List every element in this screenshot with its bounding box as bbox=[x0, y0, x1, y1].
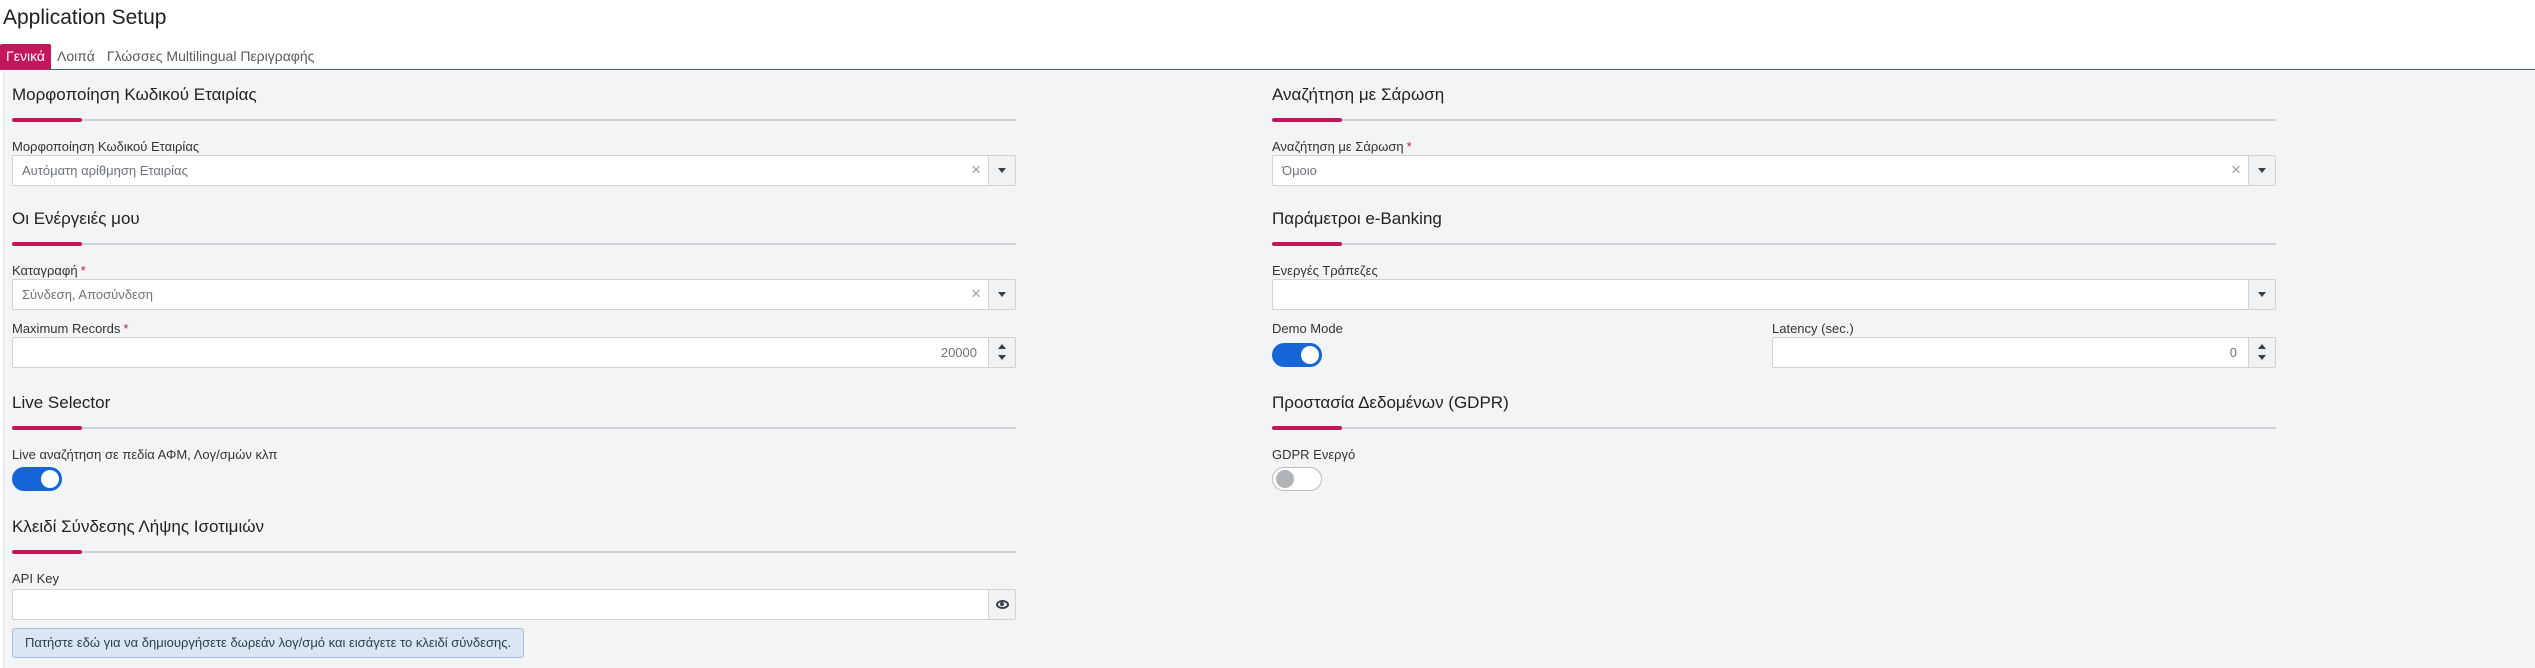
section-accent bbox=[1272, 426, 1342, 430]
section-accent bbox=[1272, 242, 1342, 246]
gdpr-label: GDPR Ενεργό bbox=[1272, 447, 1356, 462]
active-banks-label: Ενεργές Τράπεζες bbox=[1272, 263, 1378, 278]
tab-languages[interactable]: Γλώσσες Multilingual Περιγραφής bbox=[101, 44, 321, 69]
chevron-down-icon bbox=[2258, 292, 2266, 297]
section-title-gdpr: Προστασία Δεδομένων (GDPR) bbox=[1272, 393, 1509, 412]
company-format-label: Μορφοποίηση Κωδικού Εταιρίας bbox=[12, 139, 200, 154]
log-label: Καταγραφή * bbox=[12, 263, 86, 278]
dropdown-button[interactable] bbox=[2248, 280, 2275, 309]
section-accent bbox=[12, 426, 82, 430]
scan-search-label-text: Αναζήτηση με Σάρωση bbox=[1272, 139, 1404, 154]
dropdown-button[interactable] bbox=[988, 156, 1015, 185]
live-search-toggle[interactable] bbox=[12, 467, 62, 491]
tab-other[interactable]: Λοιπά bbox=[51, 44, 101, 69]
spin-down-icon[interactable] bbox=[998, 355, 1006, 360]
chevron-down-icon bbox=[998, 292, 1006, 297]
section-divider bbox=[1272, 426, 2276, 430]
toggle-knob bbox=[41, 470, 59, 488]
chevron-down-icon bbox=[2258, 168, 2266, 173]
toggle-knob bbox=[1276, 470, 1294, 488]
section-accent bbox=[12, 118, 82, 122]
tab-bar: Γενικά Λοιπά Γλώσσες Multilingual Περιγρ… bbox=[0, 44, 2535, 70]
max-records-label: Maximum Records * bbox=[12, 321, 128, 336]
spin-up-icon[interactable] bbox=[998, 344, 1006, 349]
clear-icon[interactable]: × bbox=[2231, 160, 2241, 180]
reveal-button[interactable] bbox=[988, 590, 1015, 619]
section-divider bbox=[12, 550, 1016, 554]
api-key-label: API Key bbox=[12, 571, 59, 586]
max-records-input[interactable]: 20000 bbox=[12, 337, 1016, 368]
max-records-label-text: Maximum Records bbox=[12, 321, 121, 336]
app-title: Application Setup bbox=[3, 6, 167, 29]
section-divider bbox=[1272, 242, 2276, 246]
spinner-arrows-icon[interactable] bbox=[988, 338, 1015, 367]
required-asterisk: * bbox=[80, 263, 86, 278]
company-format-select[interactable]: Αυτόματη αρίθμηση Εταιρίας × bbox=[12, 155, 1016, 186]
scan-search-value: Όμοιο bbox=[1282, 163, 1317, 178]
demo-mode-toggle[interactable] bbox=[1272, 343, 1322, 367]
section-divider bbox=[12, 242, 1016, 246]
section-accent bbox=[12, 242, 82, 246]
section-title-company-format: Μορφοποίηση Κωδικού Εταιρίας bbox=[12, 85, 257, 104]
chevron-down-icon bbox=[998, 168, 1006, 173]
latency-label: Latency (sec.) bbox=[1772, 321, 1854, 336]
api-key-input[interactable] bbox=[12, 589, 1016, 620]
tab-general[interactable]: Γενικά bbox=[0, 44, 51, 69]
create-account-button[interactable]: Πατήστε εδώ για να δημιουργήσετε δωρεάν … bbox=[12, 628, 525, 658]
section-title-live-selector: Live Selector bbox=[12, 393, 111, 412]
company-format-value: Αυτόματη αρίθμηση Εταιρίας bbox=[22, 163, 188, 178]
spinner-arrows-icon[interactable] bbox=[2248, 338, 2275, 367]
log-label-text: Καταγραφή bbox=[12, 263, 78, 278]
demo-mode-label: Demo Mode bbox=[1272, 321, 1343, 336]
scan-search-select[interactable]: Όμοιο × bbox=[1272, 155, 2276, 186]
section-divider bbox=[12, 118, 1016, 122]
section-title-scan-search: Αναζήτηση με Σάρωση bbox=[1272, 85, 1445, 104]
section-divider bbox=[12, 426, 1016, 430]
toggle-knob bbox=[1301, 346, 1319, 364]
section-divider bbox=[1272, 118, 2276, 122]
max-records-value: 20000 bbox=[940, 345, 977, 360]
log-value: Σύνδεση, Αποσύνδεση bbox=[22, 287, 154, 302]
clear-icon[interactable]: × bbox=[971, 284, 981, 304]
clear-icon[interactable]: × bbox=[971, 160, 981, 180]
section-title-fx-key: Κλειδί Σύνδεσης Λήψης Ισοτιμιών bbox=[12, 517, 264, 536]
gdpr-toggle[interactable] bbox=[1272, 467, 1322, 491]
dropdown-button[interactable] bbox=[988, 280, 1015, 309]
required-asterisk: * bbox=[123, 321, 129, 336]
live-search-label: Live αναζήτηση σε πεδία ΑΦΜ, Λογ/σμών κλ… bbox=[12, 447, 278, 462]
spin-down-icon[interactable] bbox=[2258, 355, 2266, 360]
section-accent bbox=[12, 550, 82, 554]
log-select[interactable]: Σύνδεση, Αποσύνδεση × bbox=[12, 279, 1016, 310]
eye-icon bbox=[995, 600, 1009, 609]
scan-search-label: Αναζήτηση με Σάρωση * bbox=[1272, 139, 1412, 154]
latency-input[interactable]: 0 bbox=[1772, 337, 2276, 368]
required-asterisk: * bbox=[1406, 139, 1412, 154]
section-title-ebanking: Παράμετροι e-Banking bbox=[1272, 209, 1442, 228]
settings-panel: Μορφοποίηση Κωδικού Εταιρίας Μορφοποίηση… bbox=[3, 71, 2535, 668]
latency-value: 0 bbox=[2229, 345, 2237, 360]
dropdown-button[interactable] bbox=[2248, 156, 2275, 185]
section-accent bbox=[1272, 118, 1342, 122]
active-banks-select[interactable] bbox=[1272, 279, 2276, 310]
section-title-my-actions: Οι Ενέργειές μου bbox=[12, 209, 140, 228]
spin-up-icon[interactable] bbox=[2258, 344, 2266, 349]
